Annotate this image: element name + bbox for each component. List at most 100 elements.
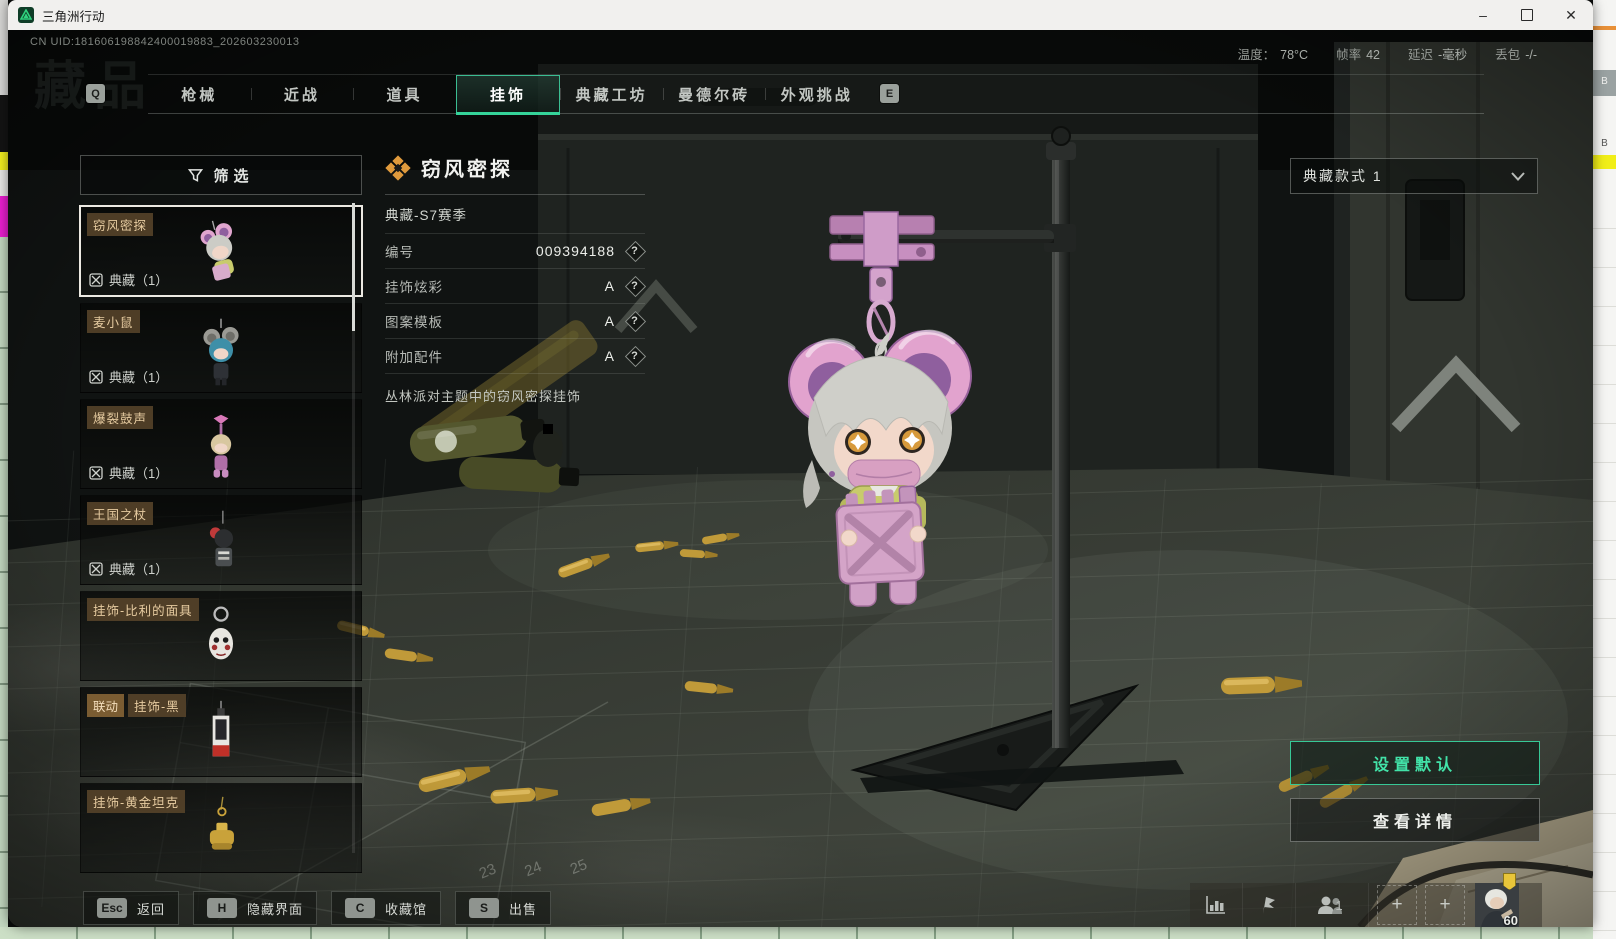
list-item-baoliegusheng[interactable]: 爆裂鼓声 典藏（1） [80,399,362,489]
tab-charms[interactable]: 挂饰 [455,75,561,115]
shortcut-hide-ui[interactable]: H 隐藏界面 [193,891,318,925]
tab-collection-workshop[interactable]: 典藏工坊 [560,75,663,113]
tab-prev-keyhint: Q [86,84,105,103]
stats-chart-button[interactable] [1190,883,1243,927]
item-name: 挂饰-黑 [128,694,186,717]
background-window-right-edge: B B [1593,0,1616,939]
style-dropdown-value: 典藏款式 1 [1303,168,1383,184]
game-window: 三角洲行动 – ✕ CN UID:181606198842400019883_2… [8,0,1593,927]
detail-description: 丛林派对主题中的窃风密探挂饰 [385,389,582,404]
game-viewport: 23 24 25 [8,30,1593,927]
stat-packet-loss: 丢包 -/- [1495,48,1537,62]
filter-button[interactable]: 筛选 [80,155,362,195]
help-icon[interactable]: ? [624,345,647,368]
background-window-bottom-edge [0,927,1616,939]
serial-value: 009394188 [535,243,615,259]
collection-watermark: 藏品 [34,44,154,119]
item-name: 王国之杖 [87,502,154,525]
item-badge-collab: 联动 [87,694,125,717]
detail-season-row: 典藏-S7赛季 [385,195,645,234]
tab-melee[interactable]: 近战 [250,75,354,113]
background-cell-label: B [1601,138,1608,149]
detail-row-pattern: 图案模板 A ? [385,304,647,339]
help-icon[interactable]: ? [624,275,647,298]
detail-title: 窃风密探 [421,159,513,181]
charm-sidebar: 筛选 窃风密探 典藏（1） 麦小鼠 典藏（1） 爆裂鼓声 典藏（1） 王国之杖 … [79,155,363,879]
uid-text: CN UID:181606198842400019883_20260323001… [30,36,300,48]
c-keycap: C [345,898,376,918]
set-default-button[interactable]: 设置默认 [1290,741,1540,785]
tab-mandel-brick[interactable]: 曼德尔砖 [662,75,766,113]
list-item-liandong-black[interactable]: 联动 挂饰-黑 [80,687,362,777]
item-count: 典藏（1） [89,463,168,482]
report-flag-button[interactable] [1243,883,1296,927]
window-titlebar: 三角洲行动 – ✕ [8,0,1593,30]
social-bar: 1 + + 60 [1190,873,1542,927]
charm-detail-panel: 窃风密探 典藏-S7赛季 编号 009394188 ? 挂饰炫彩 A ? 图案模… [385,153,647,405]
charm-rarity-icon [385,154,411,181]
flag-icon [1263,897,1275,914]
stat-fps: 帧率 42 [1336,48,1380,62]
background-cell-label: B [1601,76,1608,87]
collection-icon [89,465,103,480]
collection-icon [89,272,103,287]
background-window-left-edge [0,0,8,939]
shortcut-sell[interactable]: S 出售 [455,891,552,925]
collection-icon [89,561,103,576]
stat-temperature: 温度： 78°C [1237,48,1309,62]
maximize-icon [1521,9,1533,21]
list-item-qiefengmitan[interactable]: 窃风密探 典藏（1） [79,205,363,297]
item-name: 爆裂鼓声 [87,406,154,429]
player-avatar[interactable]: 60 [1475,873,1519,927]
tab-next-keyhint: E [880,84,899,103]
close-button[interactable]: ✕ [1549,0,1593,30]
item-name: 窃风密探 [87,213,154,236]
collection-icon [89,369,103,384]
team-members-button[interactable]: 1 [1296,883,1369,927]
s-keycap: S [469,898,500,918]
invite-slot-button[interactable]: + [1425,885,1465,925]
stat-latency: 延迟 -毫秒 [1407,48,1468,62]
window-title: 三角洲行动 [42,9,105,24]
item-name: 挂饰-黄金坦克 [87,790,186,813]
shortcut-back[interactable]: Esc 返回 [83,891,180,925]
tab-items[interactable]: 道具 [353,75,456,113]
view-details-button[interactable]: 查看详情 [1290,798,1540,842]
filter-label: 筛选 [213,167,254,185]
minimize-button[interactable]: – [1461,0,1505,30]
shortcut-collection-hall[interactable]: C 收藏馆 [331,891,442,925]
list-item-billy-mask[interactable]: 挂饰-比利的面具 [80,591,362,681]
tab-appearance-challenge[interactable]: 外观挑战 [765,75,868,113]
list-item-wangguozhizhang[interactable]: 王国之杖 典藏（1） [80,495,362,585]
charm-item-list: 窃风密探 典藏（1） 麦小鼠 典藏（1） 爆裂鼓声 典藏（1） 王国之杖 典藏（… [79,205,363,873]
performance-stats: 温度： 78°C 帧率 42 延迟 -毫秒 丢包 -/- [1238,44,1537,63]
help-icon[interactable]: ? [624,240,647,263]
app-logo-icon [18,7,34,23]
avatar-level: 60 [1503,913,1518,927]
chevron-down-icon [1511,171,1525,181]
item-name: 挂饰-比利的面具 [87,598,199,621]
detail-row-accessory: 附加配件 A ? [385,339,647,374]
item-count: 典藏（1） [89,270,168,289]
esc-keycap: Esc [97,898,127,918]
item-count: 典藏（1） [89,559,168,578]
item-name: 麦小鼠 [87,310,140,333]
sidebar-scrollbar[interactable] [352,203,355,853]
h-keycap: H [207,898,238,918]
team-count: 1 [1335,897,1343,913]
invite-slot-button[interactable]: + [1377,885,1417,925]
item-count: 典藏（1） [89,367,168,386]
detail-row-serial: 编号 009394188 ? [385,234,647,269]
bar-chart-icon [1206,896,1225,914]
tab-guns[interactable]: 枪械 [148,75,251,113]
help-icon[interactable]: ? [624,310,647,333]
list-item-maixiaoshu[interactable]: 麦小鼠 典藏（1） [80,303,362,393]
category-tabbar: Q 枪械 近战 道具 挂饰 典藏工坊 曼德尔砖 外观挑战 E [86,74,1484,115]
shortcut-bar: Esc 返回 H 隐藏界面 C 收藏馆 S 出售 [83,891,552,925]
list-item-golden-tank[interactable]: 挂饰-黄金坦克 [80,783,362,873]
filter-funnel-icon [188,168,204,182]
detail-row-colorway: 挂饰炫彩 A ? [385,269,647,304]
style-dropdown[interactable]: 典藏款式 1 [1290,158,1538,194]
scrollbar-thumb[interactable] [352,203,355,331]
maximize-button[interactable] [1505,0,1549,30]
